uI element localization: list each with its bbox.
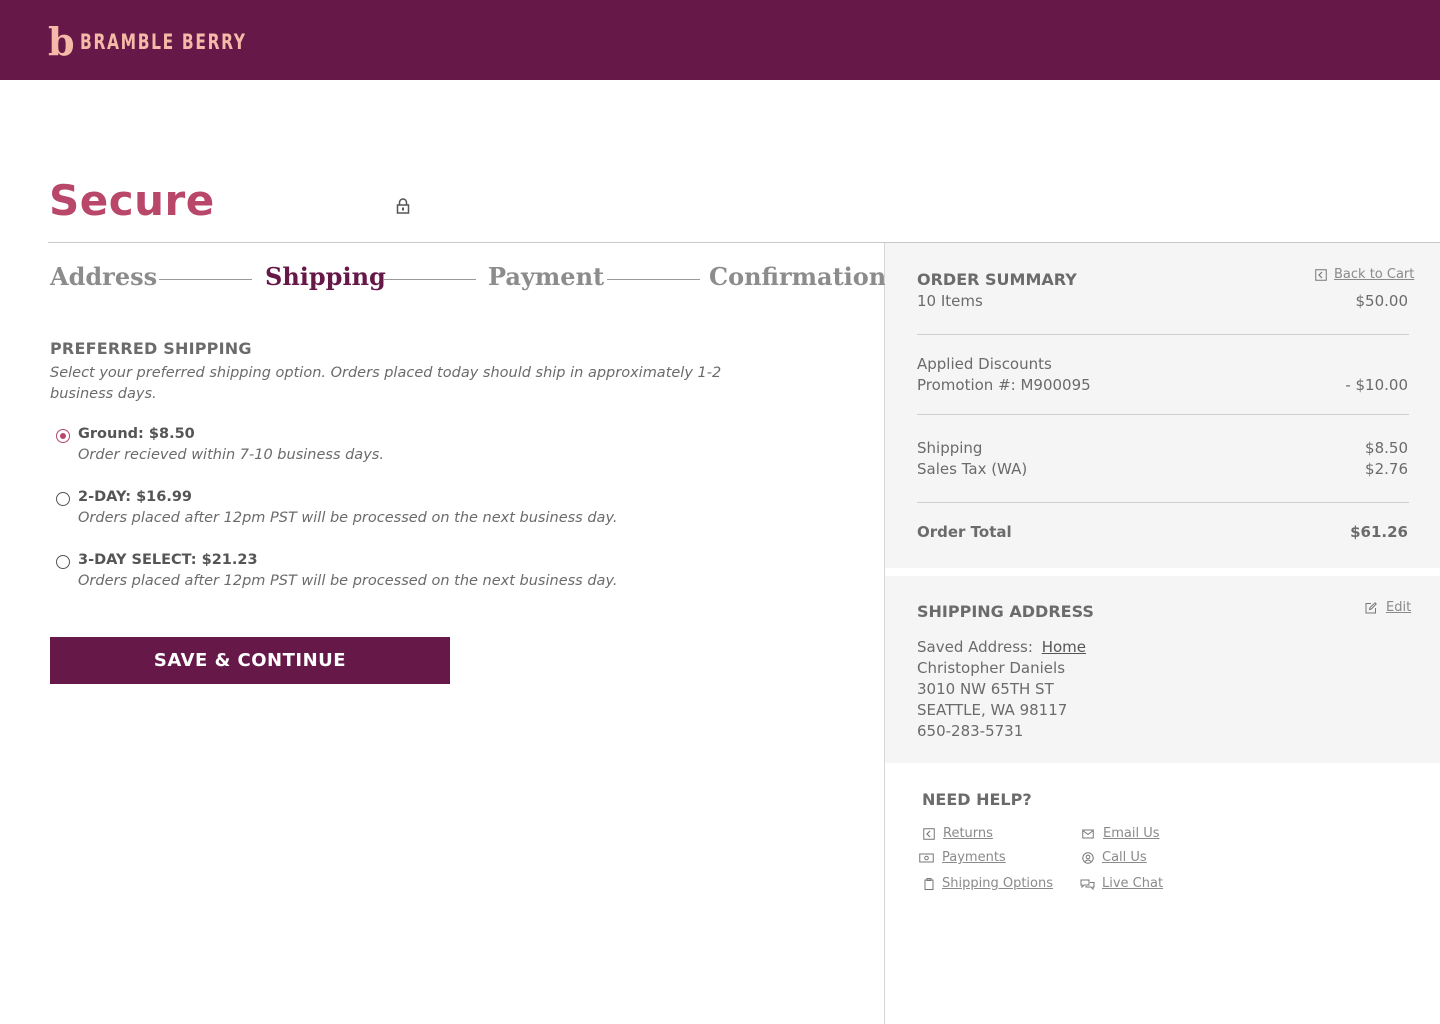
option-subtitle: Orders placed after 12pm PST will be pro…	[78, 573, 618, 589]
option-title: Ground: $8.50	[78, 426, 195, 442]
step-shipping[interactable]: Shipping	[265, 262, 386, 291]
saved-address-home-link[interactable]: Home	[1042, 638, 1086, 656]
edit-icon	[1365, 602, 1377, 614]
preferred-shipping-heading: PREFERRED SHIPPING	[50, 339, 252, 358]
items-subtotal: $50.00	[1355, 292, 1409, 310]
sales-tax-label: Sales Tax (WA)	[917, 460, 1028, 478]
call-us-link[interactable]: Call Us	[1102, 850, 1147, 865]
shipping-label: Shipping	[917, 439, 983, 457]
call-icon	[1082, 852, 1094, 864]
order-total-label: Order Total	[917, 523, 1012, 541]
live-chat-link[interactable]: Live Chat	[1102, 876, 1163, 891]
option-subtitle: Orders placed after 12pm PST will be pro…	[78, 510, 618, 526]
back-to-cart-link[interactable]: Back to Cart	[1334, 267, 1414, 282]
back-arrow-icon	[1315, 269, 1327, 281]
sales-tax-value: $2.76	[1365, 460, 1408, 478]
email-icon	[1082, 829, 1094, 839]
top-bar: b BRAMBLE BERRY	[0, 0, 1440, 80]
address-name: Christopher Daniels	[917, 659, 1066, 677]
returns-link[interactable]: Returns	[943, 826, 993, 841]
step-connector	[383, 279, 476, 280]
items-count: 10 Items	[917, 292, 983, 310]
option-title: 2-DAY: $16.99	[78, 489, 193, 505]
shipping-options-icon	[924, 878, 934, 890]
saved-address-label: Saved Address:	[917, 638, 1033, 656]
step-payment[interactable]: Payment	[488, 262, 604, 291]
radio-3day[interactable]	[56, 555, 70, 569]
step-connector	[159, 279, 252, 280]
step-connector	[607, 279, 700, 280]
step-confirmation[interactable]: Confirmation	[709, 262, 886, 291]
saved-address-row: Saved Address: Home	[917, 638, 1086, 656]
payments-link[interactable]: Payments	[942, 850, 1006, 865]
edit-address-link[interactable]: Edit	[1386, 600, 1411, 615]
chat-icon	[1080, 879, 1095, 890]
promotion-label: Promotion #: M900095	[917, 376, 1091, 394]
email-us-link[interactable]: Email Us	[1103, 826, 1160, 841]
payments-icon	[919, 853, 934, 863]
radio-2day[interactable]	[56, 492, 70, 506]
option-title: 3-DAY SELECT: $21.23	[78, 552, 258, 568]
shipping-value: $8.50	[1365, 439, 1408, 457]
radio-ground[interactable]	[56, 429, 70, 443]
shipping-address-heading: SHIPPING ADDRESS	[917, 602, 1094, 621]
logo-mark: b	[48, 19, 75, 64]
applied-discounts-label: Applied Discounts	[917, 355, 1052, 373]
option-subtitle: Order recieved within 7-10 business days…	[78, 447, 384, 463]
promotion-value: - $10.00	[1345, 376, 1408, 394]
save-continue-button[interactable]: SAVE & CONTINUE	[50, 637, 450, 684]
order-summary-heading: ORDER SUMMARY	[917, 270, 1077, 289]
checkout-steps: Address Shipping Payment Confirmation	[50, 262, 886, 296]
address-city: SEATTLE, WA 98117	[917, 701, 1068, 719]
address-phone: 650-283-5731	[917, 722, 1024, 740]
page-title: Secure	[49, 176, 215, 225]
step-address[interactable]: Address	[50, 262, 157, 291]
summary-divider	[917, 414, 1409, 415]
shipping-options-link[interactable]: Shipping Options	[942, 876, 1053, 891]
order-total-value: $61.26	[1350, 523, 1408, 541]
summary-divider	[917, 334, 1409, 335]
logo[interactable]: b BRAMBLE BERRY	[48, 19, 283, 64]
preferred-shipping-description: Select your preferred shipping option. O…	[50, 365, 722, 402]
logo-text: BRAMBLE BERRY	[80, 30, 247, 54]
returns-icon	[923, 828, 935, 840]
lock-icon	[396, 198, 410, 214]
address-street: 3010 NW 65TH ST	[917, 680, 1054, 698]
summary-divider	[917, 502, 1409, 503]
need-help-heading: NEED HELP?	[922, 790, 1032, 809]
